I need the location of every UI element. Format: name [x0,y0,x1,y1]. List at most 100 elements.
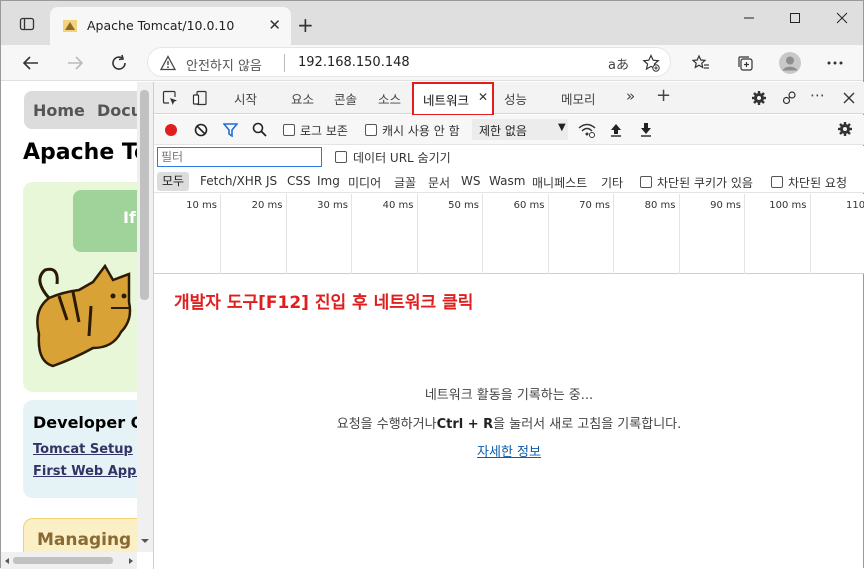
more-tabs-icon[interactable]: » [626,87,635,105]
tomcat-setup-link[interactable]: Tomcat Setup [33,442,133,457]
timeline-gridline [547,194,549,274]
timeline-tick-label: 40 ms [382,200,414,211]
developer-heading: Developer Q [33,413,137,432]
tab-welcome[interactable]: 시작 [234,89,257,108]
address-separator [284,54,285,72]
filter-icon[interactable] [223,123,238,137]
page-nav: Home Docu [24,91,137,129]
clear-icon[interactable] [194,123,208,137]
tab-elements[interactable]: 요소 [291,89,314,108]
nav-home-link[interactable]: Home [33,101,85,120]
not-secure-warning-icon[interactable] [159,55,177,71]
network-timeline[interactable]: 10 ms 20 ms 30 ms 40 ms 50 ms 60 ms 70 ms 80 ms… [154,194,864,274]
page-horizontal-scrollbar[interactable] [1,552,137,569]
tab-network[interactable]: 네트워크 ✕ [412,82,494,116]
network-conditions-icon[interactable] [578,122,596,138]
collections-icon[interactable] [731,49,759,77]
refresh-icon[interactable] [105,49,133,77]
blocked-requests-checkbox[interactable] [771,176,783,188]
timeline-tick-label: 80 ms [644,200,676,211]
scroll-down-icon[interactable] [140,537,150,545]
type-img-button[interactable]: Img [317,174,340,188]
add-favorite-icon[interactable] [642,54,660,75]
address-bar[interactable]: 안전하지 않음 192.168.150.148 aあ [147,47,671,77]
back-icon[interactable] [17,49,45,77]
welcome-panel: If [23,182,137,392]
tab-memory[interactable]: 메모리 [561,89,596,108]
devtools-more-icon[interactable]: ⋯ [810,86,825,104]
nav-docs-link[interactable]: Docu [97,101,137,120]
new-tab-icon[interactable]: + [297,13,314,37]
import-har-icon[interactable] [610,122,622,137]
type-fetch-xhr-button[interactable]: Fetch/XHR [200,174,262,188]
timeline-tick-label: 90 ms [710,200,741,211]
recording-hint-pre: 요청을 수행하거나 [336,417,437,432]
tab-console[interactable]: 콘솔 [334,89,357,108]
tab-performance[interactable]: 성능 [504,89,527,108]
timeline-gridline [351,194,352,274]
maximize-icon[interactable] [780,7,810,29]
green-button-text: If [123,208,136,227]
blocked-cookies-label: 차단된 쿠키가 있음 [657,176,753,190]
type-font-button[interactable]: 글꼴 [394,174,416,191]
timeline-gridline [482,194,483,274]
type-js-button[interactable]: JS [266,174,277,188]
preserve-log-checkbox[interactable] [283,124,295,136]
minimize-icon[interactable] [734,7,764,29]
inspect-element-icon[interactable] [161,89,179,107]
search-icon[interactable] [252,122,267,137]
device-emulation-icon[interactable] [191,89,209,107]
record-icon[interactable] [164,123,178,137]
disable-cache-checkbox[interactable] [365,124,377,136]
type-media-button[interactable]: 미디어 [348,174,381,191]
security-label[interactable]: 안전하지 않음 [186,55,262,74]
type-doc-button[interactable]: 문서 [428,174,450,191]
browser-window: Apache Tomcat/10.0.10 ✕ + 안전하지 않음 192.16… [0,0,864,569]
timeline-gridline [220,194,221,274]
horizontal-scroll-thumb[interactable] [13,557,113,564]
tab-network-label: 네트워크 [423,93,470,108]
feedback-icon[interactable] [780,89,798,107]
settings-more-icon[interactable] [821,49,849,77]
reload-shortcut: Ctrl + R [436,417,494,432]
profile-avatar[interactable] [776,49,804,77]
type-ws-button[interactable]: WS [461,174,480,188]
timeline-gridline [744,194,745,274]
timeline-tick-label: 70 ms [579,200,610,211]
scroll-left-icon[interactable] [3,557,11,565]
network-settings-gear-icon[interactable] [836,120,854,138]
first-web-app-link[interactable]: First Web Applic [33,464,137,479]
managing-heading: Managing T [37,530,137,550]
timeline-tick-label: 10 ms [186,200,217,211]
tab-sources[interactable]: 소스 [378,89,401,108]
url-text[interactable]: 192.168.150.148 [298,55,410,70]
tab-actions-icon[interactable] [13,11,41,37]
favorites-icon[interactable] [687,49,715,77]
hide-data-urls-checkbox[interactable] [335,151,347,163]
timeline-gridline [613,194,614,274]
type-wasm-button[interactable]: Wasm [489,174,525,188]
learn-more-link[interactable]: 자세한 정보 [477,445,541,460]
recording-status: 네트워크 활동을 기록하는 중... [424,388,594,403]
type-manifest-button[interactable]: 매니페스트 [532,174,587,191]
scroll-right-icon[interactable] [127,557,135,565]
vertical-scroll-thumb[interactable] [140,90,149,300]
type-other-button[interactable]: 기타 [601,174,623,191]
page-vertical-scrollbar[interactable] [137,82,153,552]
forward-icon[interactable] [61,49,89,77]
type-all-button[interactable]: 모두 [157,172,190,191]
close-window-icon[interactable] [827,7,857,29]
add-tool-icon[interactable]: + [656,85,671,106]
throttling-select[interactable]: 제한 없음 ▼ [472,119,568,140]
browser-tab[interactable]: Apache Tomcat/10.0.10 ✕ [50,7,291,45]
devtools-settings-gear-icon[interactable] [750,89,768,107]
blocked-cookies-checkbox[interactable] [640,176,652,188]
close-tab-icon[interactable]: ✕ [268,16,281,34]
read-aloud-icon[interactable]: aあ [608,54,629,73]
navigation-bar: 안전하지 않음 192.168.150.148 aあ [1,45,863,81]
close-network-tab-icon[interactable]: ✕ [478,90,488,104]
filter-input[interactable]: 필터 [157,147,322,167]
type-css-button[interactable]: CSS [287,174,311,188]
export-har-icon[interactable] [640,122,652,137]
close-devtools-icon[interactable] [840,89,858,107]
